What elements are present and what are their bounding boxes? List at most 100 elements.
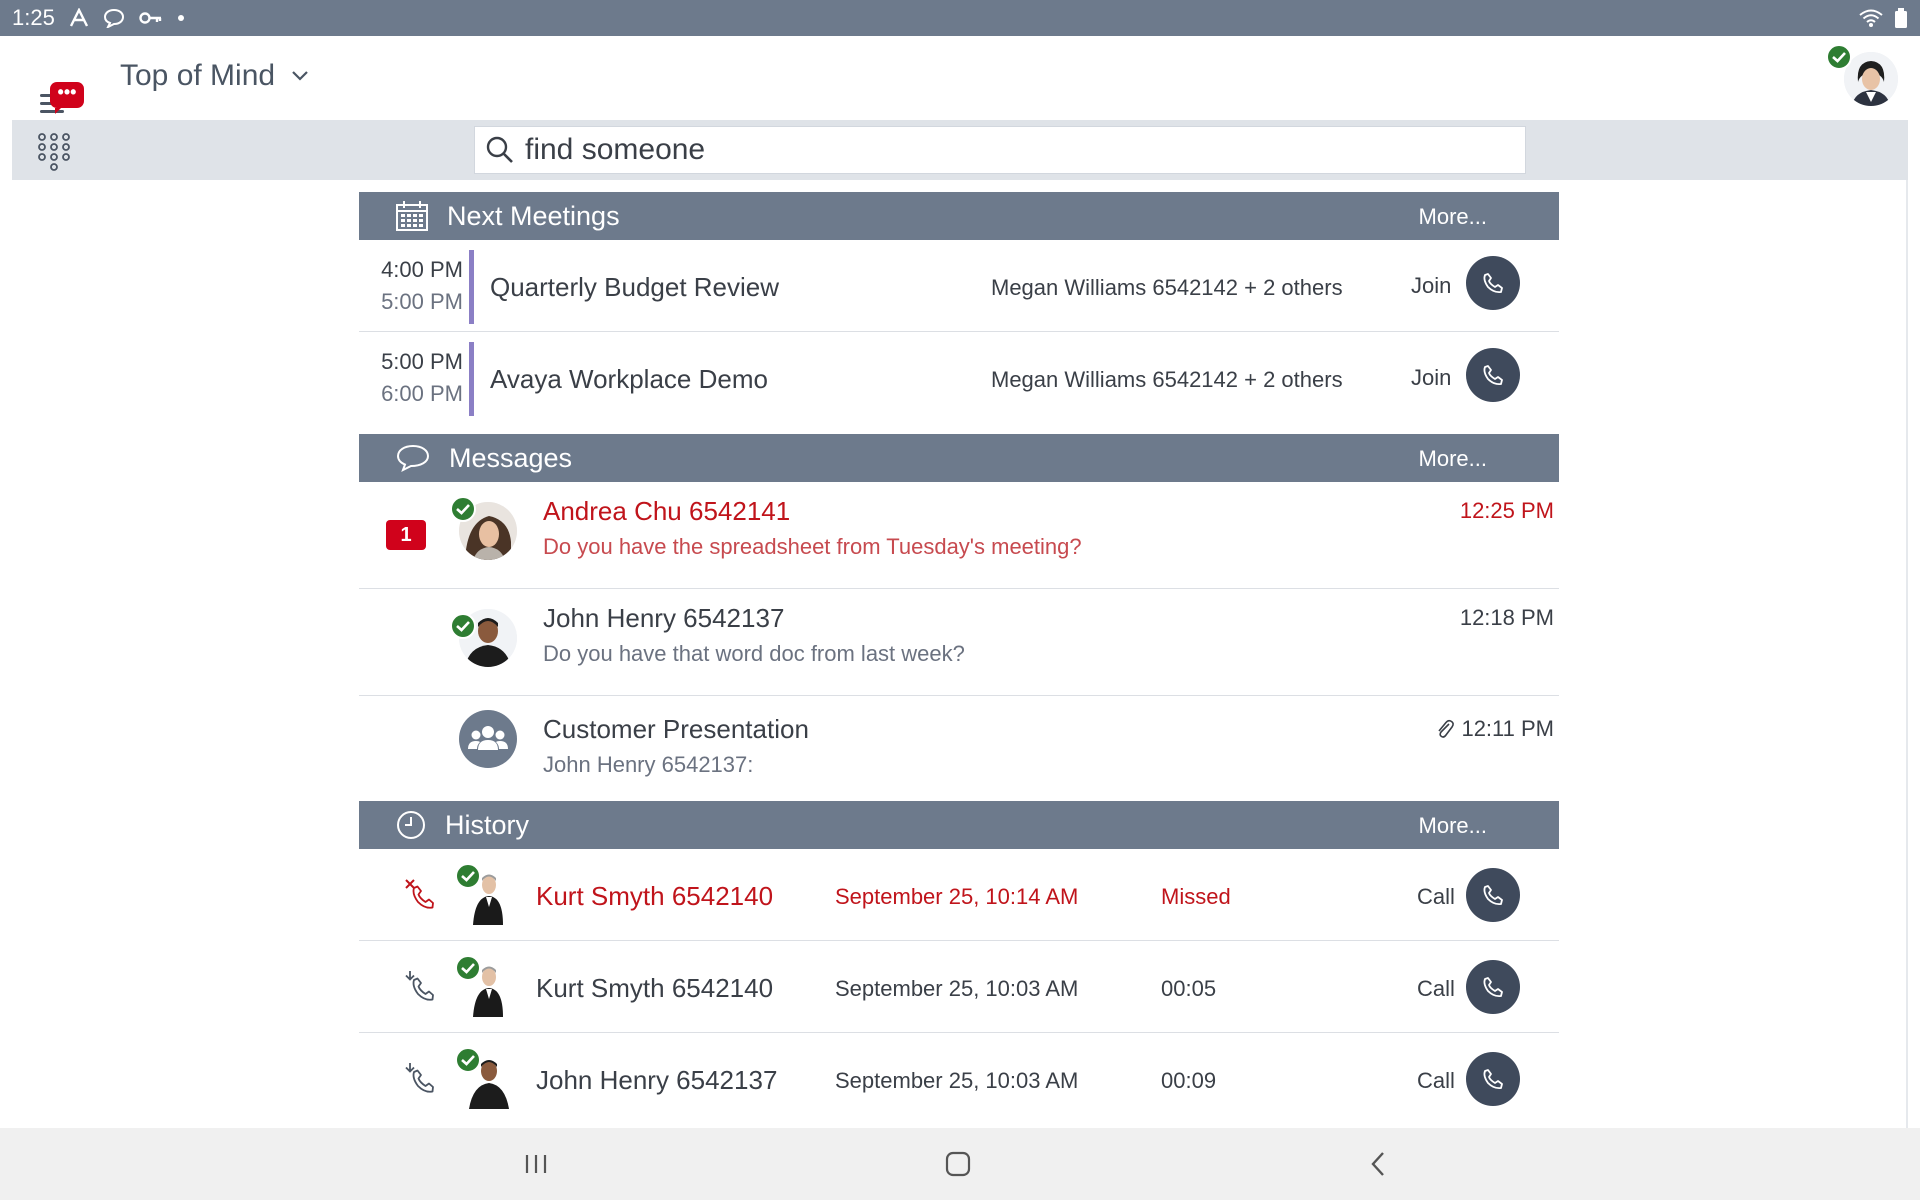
meeting-participants: Megan Williams 6542142 + 2 others <box>991 275 1343 300</box>
call-label[interactable]: Call <box>1417 976 1455 1002</box>
meeting-title: Avaya Workplace Demo <box>490 364 768 394</box>
battery-icon <box>1894 7 1908 29</box>
phone-icon <box>1483 977 1503 998</box>
unread-count-badge: 1 <box>386 520 426 550</box>
join-label[interactable]: Join <box>1411 365 1451 391</box>
meeting-end-time: 5:00 PM <box>381 289 463 314</box>
messages-more-link[interactable]: More... <box>1419 446 1487 472</box>
message-row[interactable]: Customer Presentation John Henry 6542137… <box>359 696 1559 801</box>
status-time: 1:25 <box>12 5 55 30</box>
meeting-times: 5:00 PM 6:00 PM <box>359 346 463 410</box>
phone-icon <box>1483 885 1503 906</box>
phone-icon <box>1483 273 1503 294</box>
clock-icon <box>397 811 425 839</box>
message-time: 12:18 PM <box>1459 605 1554 630</box>
attachment-icon <box>1438 719 1455 738</box>
search-input[interactable] <box>525 133 1425 167</box>
divider <box>1906 180 1908 1128</box>
history-row[interactable]: John Henry 6542137 September 25, 10:03 A… <box>359 1033 1559 1125</box>
message-row[interactable]: John Henry 6542137 Do you have that word… <box>359 589 1559 696</box>
home-icon <box>945 1151 971 1177</box>
meeting-title: Quarterly Budget Review <box>490 272 780 302</box>
back-icon <box>1371 1152 1384 1176</box>
meetings-more-link[interactable]: More... <box>1419 204 1487 230</box>
search-icon <box>486 136 513 163</box>
system-nav-bar <box>0 1128 1920 1200</box>
calendar-icon <box>396 201 428 231</box>
history-duration: 00:05 <box>1161 976 1217 1001</box>
view-selector[interactable]: Top of Mind <box>120 59 309 93</box>
key-icon <box>139 10 163 26</box>
home-button[interactable] <box>934 1142 982 1186</box>
search-bar <box>12 120 1908 180</box>
notification-badge: ••• <box>50 82 84 114</box>
history-date: September 25, 10:14 AM <box>835 884 1079 909</box>
status-bar: 1:25 <box>0 0 1920 36</box>
meeting-start-time: 4:00 PM <box>381 257 463 282</box>
message-time: 12:25 PM <box>1459 498 1554 523</box>
wifi-icon <box>1858 8 1884 28</box>
dot-icon <box>177 14 185 22</box>
history-contact: Kurt Smyth 6542140 <box>536 973 774 1003</box>
meeting-participants: Megan Williams 6542142 + 2 others <box>991 367 1343 392</box>
message-row[interactable]: 1 Andrea Chu 6542141 Do you have the spr… <box>359 482 1559 589</box>
messages-title: Messages <box>449 442 573 473</box>
message-preview: Do you have that word doc from last week… <box>543 641 965 666</box>
incoming-call-icon <box>405 971 434 1001</box>
back-button[interactable] <box>1354 1142 1402 1186</box>
message-preview: Do you have the spreadsheet from Tuesday… <box>543 534 1082 559</box>
message-time: 12:11 PM <box>1461 716 1554 741</box>
history-status: Missed <box>1161 884 1231 909</box>
call-label[interactable]: Call <box>1417 1068 1455 1094</box>
history-header: History More... <box>359 801 1559 849</box>
join-label[interactable]: Join <box>1411 273 1451 299</box>
history-contact: John Henry 6542137 <box>536 1065 778 1095</box>
join-call-button[interactable] <box>1466 348 1520 402</box>
user-presence-icon <box>1826 44 1852 70</box>
user-avatar[interactable] <box>1844 52 1898 106</box>
presence-icon <box>450 496 476 522</box>
meeting-row[interactable]: 4:00 PM 5:00 PM Quarterly Budget Review … <box>359 240 1559 332</box>
phone-icon <box>1483 1069 1503 1090</box>
meeting-row[interactable]: 5:00 PM 6:00 PM Avaya Workplace Demo Meg… <box>359 332 1559 424</box>
history-date: September 25, 10:03 AM <box>835 1068 1079 1093</box>
meeting-end-time: 6:00 PM <box>381 381 463 406</box>
meeting-color-stripe <box>469 250 474 324</box>
dialpad-button[interactable] <box>36 132 72 172</box>
phone-icon <box>1483 365 1503 386</box>
call-button[interactable] <box>1466 1052 1520 1106</box>
meeting-times: 4:00 PM 5:00 PM <box>359 254 463 318</box>
message-sender: John Henry 6542137 <box>543 603 785 633</box>
search-box[interactable] <box>474 126 1526 174</box>
meeting-start-time: 5:00 PM <box>381 349 463 374</box>
presence-icon <box>455 863 481 889</box>
message-time-wrap: 12:11 PM <box>1435 716 1554 742</box>
message-sender: Customer Presentation <box>543 714 809 744</box>
history-date: September 25, 10:03 AM <box>835 976 1079 1001</box>
presence-icon <box>450 613 476 639</box>
font-a-icon <box>69 8 89 28</box>
call-button[interactable] <box>1466 960 1520 1014</box>
presence-icon <box>455 1047 481 1073</box>
history-duration: 00:09 <box>1161 1068 1217 1093</box>
group-avatar <box>459 710 517 768</box>
history-row[interactable]: Kurt Smyth 6542140 September 25, 10:14 A… <box>359 849 1559 941</box>
missed-call-icon <box>405 879 434 909</box>
history-contact: Kurt Smyth 6542140 <box>536 881 774 911</box>
incoming-call-icon <box>405 1063 434 1093</box>
call-label[interactable]: Call <box>1417 884 1455 910</box>
join-call-button[interactable] <box>1466 256 1520 310</box>
message-preview: John Henry 6542137: <box>543 752 754 777</box>
chevron-down-icon <box>292 71 308 81</box>
history-more-link[interactable]: More... <box>1419 813 1487 839</box>
meeting-color-stripe <box>469 342 474 416</box>
recent-apps-button[interactable] <box>512 1142 560 1186</box>
messages-header: Messages More... <box>359 434 1559 482</box>
meetings-header: Next Meetings More... <box>359 192 1559 240</box>
dialpad-icon <box>38 133 70 171</box>
history-title: History <box>445 809 530 840</box>
history-row[interactable]: Kurt Smyth 6542140 September 25, 10:03 A… <box>359 941 1559 1033</box>
call-button[interactable] <box>1466 868 1520 922</box>
page-title: Top of Mind <box>120 59 276 92</box>
chat-bubble-icon <box>103 8 125 28</box>
